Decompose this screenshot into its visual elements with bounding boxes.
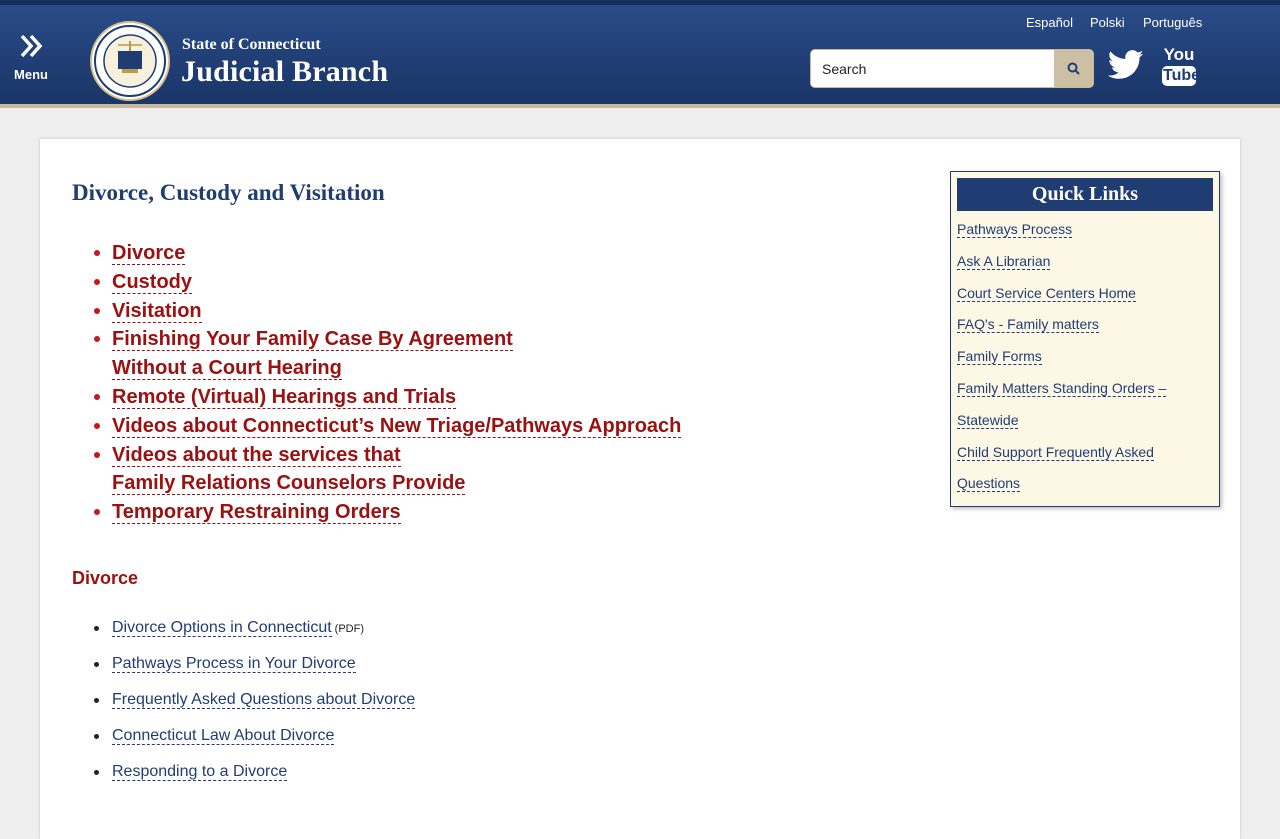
quick-link-item: Family Matters Standing Orders – <box>957 379 1167 412</box>
twitter-icon <box>1107 50 1144 79</box>
quick-link-item: Child Support Frequently Asked <box>957 443 1166 476</box>
language-link-polish[interactable]: Polski <box>1090 15 1125 30</box>
link-pathways-process-divorce[interactable]: Pathways Process in Your Divorce <box>112 655 356 673</box>
youtube-icon: You Tube <box>1162 45 1201 88</box>
youtube-you-text: You <box>1163 45 1195 64</box>
toc-link-videos-pathways[interactable]: Videos about Connecticut’s New Triage/Pa… <box>112 414 682 438</box>
search-input[interactable] <box>811 50 1055 87</box>
list-item: Responding to a Divorce <box>93 763 415 799</box>
content-card: Divorce, Custody and Visitation Divorce … <box>40 139 1240 839</box>
pdf-label: (PDF) <box>334 623 364 635</box>
divorce-links-list: Divorce Options in Connecticut (PDF) Path… <box>93 619 416 799</box>
toc-item: Remote (Virtual) Hearings and Trials <box>93 383 681 412</box>
judicial-seal-logo[interactable] <box>90 21 170 101</box>
quick-link-faq-family[interactable]: FAQ's - Family matters <box>957 316 1099 334</box>
quick-link-standing-orders[interactable]: Family Matters Standing Orders – <box>957 379 1167 397</box>
search-icon <box>1067 62 1080 75</box>
language-link-portuguese[interactable]: Português <box>1143 15 1202 30</box>
link-ct-law-divorce[interactable]: Connecticut Law About Divorce <box>112 727 335 745</box>
toc-link-videos-services-cont[interactable]: Family Relations Counselors Provide <box>112 472 466 496</box>
quick-links-list: Pathways Process Ask A Librarian Court S… <box>957 221 1167 507</box>
youtube-tube-text: Tube <box>1162 66 1201 86</box>
menu-chevron-icon <box>20 34 43 58</box>
twitter-link[interactable] <box>1107 50 1144 85</box>
link-responding-divorce[interactable]: Responding to a Divorce <box>112 763 288 781</box>
toc-item: Visitation <box>93 297 681 326</box>
toc-link-finishing-agreement-cont[interactable]: Without a Court Hearing <box>112 357 342 381</box>
toc-link-videos-services[interactable]: Videos about the services that <box>112 443 401 467</box>
toc-link-custody[interactable]: Custody <box>112 270 192 294</box>
toc-link-remote-hearings[interactable]: Remote (Virtual) Hearings and Trials <box>112 385 457 409</box>
quick-link-item: Statewide <box>957 411 1166 444</box>
toc-item: Videos about Connecticut’s New Triage/Pa… <box>93 412 682 441</box>
link-divorce-options[interactable]: Divorce Options in Connecticut <box>112 619 332 637</box>
toc-item: Finishing Your Family Case By Agreement <box>93 325 681 354</box>
quick-link-item: Ask A Librarian <box>957 252 1166 285</box>
list-item: Connecticut Law About Divorce <box>93 727 415 763</box>
brand-title[interactable]: Judicial Branch <box>181 55 388 89</box>
quick-link-librarian[interactable]: Ask A Librarian <box>957 252 1051 270</box>
quick-link-item: Questions <box>957 475 1166 507</box>
quick-link-standing-orders-cont[interactable]: Statewide <box>957 411 1019 429</box>
brand-subtitle: State of Connecticut <box>182 36 321 53</box>
language-link-spanish[interactable]: Español <box>1026 15 1073 30</box>
quick-link-service-centers[interactable]: Court Service Centers Home <box>957 284 1136 302</box>
toc-link-divorce[interactable]: Divorce <box>112 242 186 265</box>
quick-link-item: Family Forms <box>957 348 1166 380</box>
quick-link-family-forms[interactable]: Family Forms <box>957 348 1042 366</box>
toc-link-finishing-agreement[interactable]: Finishing Your Family Case By Agreement <box>112 328 513 352</box>
link-faq-divorce[interactable]: Frequently Asked Questions about Divorce <box>112 691 416 709</box>
toc-item-continued: Without a Court Hearing <box>112 354 681 383</box>
toc-item: Divorce <box>93 239 681 268</box>
list-item: Pathways Process in Your Divorce <box>93 655 415 691</box>
quick-link-child-support[interactable]: Child Support Frequently Asked <box>957 443 1154 461</box>
quick-link-pathways[interactable]: Pathways Process <box>957 221 1073 238</box>
search-box <box>810 49 1094 88</box>
toc-link-restraining-orders[interactable]: Temporary Restraining Orders <box>112 501 401 525</box>
quick-links-title: Quick Links <box>957 178 1213 211</box>
quick-link-child-support-cont[interactable]: Questions <box>957 475 1021 493</box>
page-title: Divorce, Custody and Visitation <box>72 180 385 205</box>
menu-label: Menu <box>14 67 48 82</box>
list-item: Frequently Asked Questions about Divorce <box>93 691 416 727</box>
toc-link-visitation[interactable]: Visitation <box>112 299 202 323</box>
quick-link-item: FAQ's - Family matters <box>957 316 1166 348</box>
toc-item: Videos about the services that <box>93 441 681 470</box>
menu-button[interactable]: Menu <box>12 33 50 82</box>
toc-item-continued: Family Relations Counselors Provide <box>112 469 681 498</box>
site-header: Menu State of Connecticut Judicial Branc… <box>0 0 1280 108</box>
table-of-contents: Divorce Custody Visitation Finishing You… <box>93 239 682 527</box>
toc-item: Temporary Restraining Orders <box>93 498 681 527</box>
youtube-link[interactable]: You Tube <box>1162 45 1201 88</box>
section-heading-divorce: Divorce <box>72 568 139 588</box>
quick-links-panel: Quick Links Pathways Process Ask A Libra… <box>950 171 1220 507</box>
search-button[interactable] <box>1054 50 1093 87</box>
toc-item: Custody <box>93 268 681 297</box>
quick-link-item: Pathways Process <box>957 221 1166 253</box>
list-item: Divorce Options in Connecticut (PDF) <box>93 619 415 655</box>
quick-link-item: Court Service Centers Home <box>957 284 1166 317</box>
